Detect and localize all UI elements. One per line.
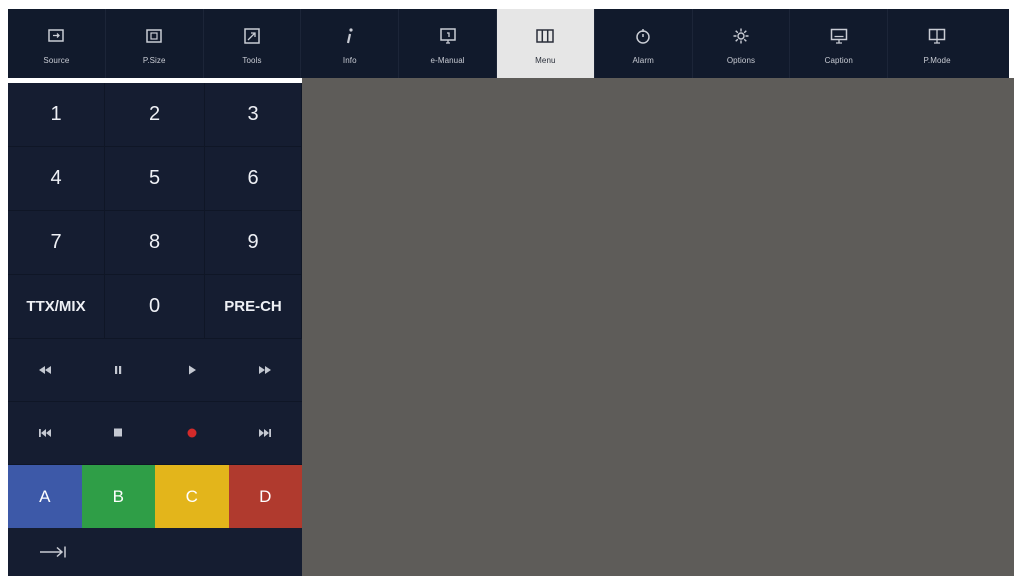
key-2[interactable]: 2: [105, 83, 205, 147]
e-manual-label: e-Manual: [430, 56, 465, 65]
color-key-c[interactable]: C: [155, 465, 229, 528]
media-controls-row-1: [8, 339, 302, 402]
options-label: Options: [726, 56, 756, 65]
virtual-remote-panel: 1 2 3 4 5 6 7 8 9 TTX/MIX 0 PRE-CH A B C…: [8, 83, 302, 576]
menu-button[interactable]: Menu: [496, 9, 595, 78]
skip-previous-icon: [38, 429, 51, 437]
tools-label: Tools: [242, 56, 262, 65]
ttx-mix-key[interactable]: TTX/MIX: [8, 275, 105, 339]
caption-button[interactable]: Caption: [790, 9, 889, 78]
info-button[interactable]: Info: [301, 9, 400, 78]
fast-forward-button[interactable]: [228, 339, 302, 402]
picture-size-label: P.Size: [142, 56, 166, 65]
source-icon: [45, 25, 67, 47]
menu-label: Menu: [535, 56, 556, 65]
play-button[interactable]: [155, 339, 229, 402]
color-keys-row: A B C D: [8, 465, 302, 528]
tab-key[interactable]: [8, 528, 302, 575]
fast-forward-icon: [259, 366, 272, 374]
picture-size-button[interactable]: P.Size: [106, 9, 204, 78]
picture-mode-button[interactable]: P.Mode: [888, 9, 986, 78]
stop-button[interactable]: [81, 402, 155, 465]
color-key-a[interactable]: A: [8, 465, 82, 528]
rewind-button[interactable]: [8, 339, 82, 402]
key-1[interactable]: 1: [8, 83, 105, 147]
pause-button[interactable]: [81, 339, 155, 402]
screen: Source P.Size Tools Info e-Manual Menu A…: [0, 0, 1014, 576]
alarm-label: Alarm: [632, 56, 654, 65]
picture-mode-label: P.Mode: [923, 56, 951, 65]
picture-mode-icon: [926, 25, 948, 47]
play-icon: [188, 365, 196, 375]
menu-icon: [534, 25, 556, 47]
record-icon: [187, 428, 197, 438]
info-icon: [339, 25, 361, 47]
options-icon: [730, 25, 752, 47]
alarm-icon: [632, 25, 654, 47]
key-4[interactable]: 4: [8, 147, 105, 211]
color-key-b[interactable]: B: [81, 465, 155, 528]
info-label: Info: [342, 56, 357, 65]
picture-size-icon: [143, 25, 165, 47]
key-0[interactable]: 0: [105, 275, 205, 339]
key-5[interactable]: 5: [105, 147, 205, 211]
tools-icon: [241, 25, 263, 47]
source-button[interactable]: Source: [8, 9, 106, 78]
options-button[interactable]: Options: [693, 9, 791, 78]
media-controls-row-2: [8, 402, 302, 465]
rewind-icon: [38, 366, 51, 374]
stop-icon: [114, 428, 123, 437]
skip-next-icon: [259, 429, 272, 437]
tools-button[interactable]: Tools: [204, 9, 302, 78]
e-manual-icon: [437, 25, 459, 47]
caption-label: Caption: [824, 56, 853, 65]
key-8[interactable]: 8: [105, 211, 205, 275]
key-7[interactable]: 7: [8, 211, 105, 275]
top-toolbar: Source P.Size Tools Info e-Manual Menu A…: [8, 9, 1009, 78]
tab-arrow-icon: [40, 546, 66, 557]
color-key-d[interactable]: D: [228, 465, 302, 528]
e-manual-button[interactable]: e-Manual: [399, 9, 497, 78]
caption-icon: [828, 25, 850, 47]
key-3[interactable]: 3: [205, 83, 302, 147]
skip-previous-button[interactable]: [8, 402, 82, 465]
skip-next-button[interactable]: [228, 402, 302, 465]
main-content-area: [302, 78, 1014, 576]
key-6[interactable]: 6: [205, 147, 302, 211]
number-keypad: 1 2 3 4 5 6 7 8 9 TTX/MIX 0 PRE-CH: [8, 83, 302, 339]
alarm-button[interactable]: Alarm: [595, 9, 693, 78]
pre-ch-key[interactable]: PRE-CH: [205, 275, 302, 339]
source-label: Source: [43, 56, 70, 65]
key-9[interactable]: 9: [205, 211, 302, 275]
pause-icon: [115, 366, 122, 374]
record-button[interactable]: [155, 402, 229, 465]
